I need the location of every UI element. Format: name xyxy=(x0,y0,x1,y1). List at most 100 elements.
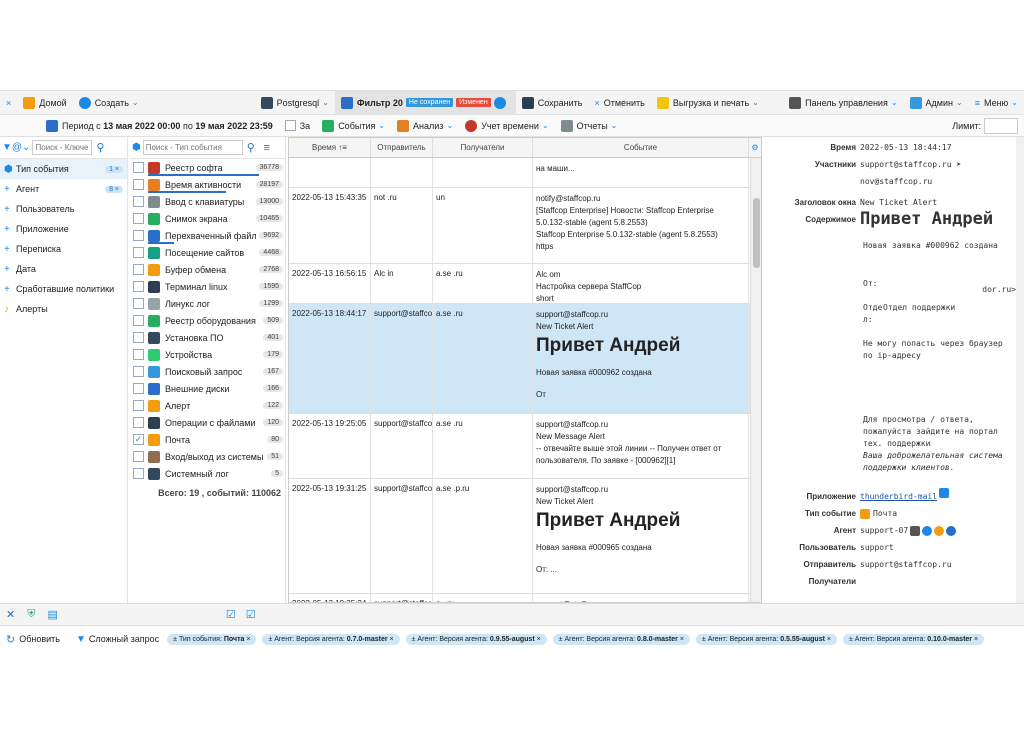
analysis-menu[interactable]: Анализ ⌄ xyxy=(391,114,459,138)
search-icon[interactable]: ⚲ xyxy=(92,140,108,155)
details-scrollbar[interactable] xyxy=(1016,137,1024,603)
search-icon[interactable]: ⚲ xyxy=(243,140,259,155)
table-row[interactable]: 2022-05-13 15:43:35 not .ru un notify@staff… xyxy=(289,188,750,264)
table-row[interactable]: на маши... xyxy=(289,158,750,188)
db-selector[interactable]: Postgresql ⌄ xyxy=(255,91,335,115)
checkbox[interactable] xyxy=(133,383,144,394)
cancel-button[interactable]: × Отменить xyxy=(588,91,650,115)
chip-close-icon[interactable]: × xyxy=(246,636,250,643)
admin-button[interactable]: Админ ⌄ xyxy=(904,91,969,115)
table-row[interactable]: 2022-05-13 19:35:34support@staffcop.ra. … xyxy=(289,594,750,602)
event-type-item[interactable]: ✓ Почта 80 xyxy=(130,431,285,448)
event-type-item[interactable]: Терминал linux 1595 xyxy=(130,278,285,295)
app-link[interactable]: thunderbird-mail xyxy=(860,488,937,505)
checkbox[interactable] xyxy=(284,120,296,131)
refresh-button[interactable]: Обновить xyxy=(19,634,60,644)
filter-icon[interactable]: ▼ xyxy=(76,634,86,645)
event-type-item[interactable]: Ввод с клавиатуры 13000 xyxy=(130,193,285,210)
table-row[interactable]: 2022-05-13 19:25:05support@staffcop.ra.s… xyxy=(289,414,750,479)
table-row[interactable]: 2022-05-13 18:44:17support@staffcop.rua.… xyxy=(289,304,750,414)
event-type-item[interactable]: Операции с файлами 120 xyxy=(130,414,285,431)
home-button[interactable]: Домой xyxy=(17,91,72,115)
checkbox[interactable] xyxy=(133,213,144,224)
checkbox[interactable] xyxy=(133,162,144,173)
hamburger-icon[interactable]: ≡ xyxy=(259,140,275,155)
check-icon[interactable]: ☑ xyxy=(246,608,256,621)
event-type-item[interactable]: Время активности 28197 xyxy=(130,176,285,193)
checkbox[interactable] xyxy=(133,349,144,360)
checkbox[interactable] xyxy=(133,298,144,309)
event-type-search-input[interactable] xyxy=(142,140,243,155)
table-scrollbar[interactable] xyxy=(750,158,761,602)
filter-chip[interactable]: ± Агент: Версия агента: 0.8.0-master × xyxy=(552,633,690,645)
sidebar-item-application[interactable]: + Приложение xyxy=(0,219,127,239)
sidebar-item-policies[interactable]: + Сработавшие политики xyxy=(0,279,127,299)
event-type-item[interactable]: Посещение сайтов 4468 xyxy=(130,244,285,261)
table-row[interactable]: 2022-05-13 19:31:25support@staffcop.ra.s… xyxy=(289,479,750,594)
filter-chip[interactable]: ± Агент: Версия агента: 0.5.55-august × xyxy=(695,633,837,645)
event-type-item[interactable]: Реестр софта 36778 xyxy=(130,159,285,176)
complex-query-button[interactable]: Сложный запрос xyxy=(89,634,159,644)
gear-icon[interactable] xyxy=(493,96,506,109)
event-type-item[interactable]: Реестр оборудования 509 xyxy=(130,312,285,329)
filter-chip[interactable]: ± Агент: Версия агента: 0.10.0-master × xyxy=(842,633,985,645)
checkbox[interactable] xyxy=(133,281,144,292)
chip-close-icon[interactable]: × xyxy=(680,636,684,643)
filter-chip[interactable]: ± Агент: Версия агента: 0.7.0-master × xyxy=(262,633,400,645)
count-badge[interactable]: 1 × xyxy=(105,165,123,173)
filter-chip[interactable]: ± Тип события: Почта × xyxy=(167,633,257,645)
checkbox[interactable] xyxy=(133,179,144,190)
event-type-item[interactable]: Устройства 179 xyxy=(130,346,285,363)
events-menu[interactable]: События ⌄ xyxy=(316,114,391,138)
filter-tab[interactable]: Фильтр 20 Не сохранен Изменен xyxy=(334,90,516,115)
user-icon[interactable] xyxy=(934,525,945,536)
column-settings-icon[interactable]: ⚙ xyxy=(749,138,761,157)
table-row[interactable]: 2022-05-13 16:56:15 Alc in a.se .ru Alc om Н… xyxy=(289,264,750,304)
event-type-item[interactable]: Внешние диски 166 xyxy=(130,380,285,397)
time-accounting-menu[interactable]: Учет времени ⌄ xyxy=(459,114,554,138)
event-type-item[interactable]: Буфер обмена 2768 xyxy=(130,261,285,278)
checkbox[interactable] xyxy=(133,400,144,411)
checkbox[interactable] xyxy=(133,451,144,462)
filter-chip[interactable]: ± Агент: Версия агента: 0.9.55-august × xyxy=(405,633,547,645)
checkbox[interactable] xyxy=(133,332,144,343)
checkbox[interactable] xyxy=(133,315,144,326)
document-icon[interactable] xyxy=(939,488,950,498)
event-type-item[interactable]: Установка ПО 401 xyxy=(130,329,285,346)
checkbox[interactable]: ✓ xyxy=(133,434,144,445)
export-button[interactable]: Выгрузка и печать ⌄ xyxy=(651,91,765,115)
col-time-header[interactable]: Время ↑≡ xyxy=(289,138,371,157)
reports-menu[interactable]: Отчеты ⌄ xyxy=(555,114,624,138)
chip-close-icon[interactable]: × xyxy=(390,636,394,643)
period-selector[interactable]: Период с 13 мая 2022 00:00 по 19 мая 202… xyxy=(40,114,279,138)
col-sender-header[interactable]: Отправитель xyxy=(371,138,433,157)
checkbox[interactable] xyxy=(133,264,144,275)
monitor-icon[interactable] xyxy=(910,525,921,536)
control-panel-button[interactable]: Панель управления ⌄ xyxy=(783,91,903,115)
chip-close-icon[interactable]: × xyxy=(827,636,831,643)
create-button[interactable]: Создать ⌄ xyxy=(73,91,145,115)
checkbox[interactable] xyxy=(133,247,144,258)
check-all-icon[interactable]: ☑ xyxy=(226,608,236,621)
sidebar-item-alerts[interactable]: ♪ Алерты xyxy=(0,299,127,319)
checkbox[interactable] xyxy=(133,196,144,207)
event-type-item[interactable]: Алерт 122 xyxy=(130,397,285,414)
menu-button[interactable]: ≡ Меню ⌄ xyxy=(969,91,1024,115)
checkbox[interactable] xyxy=(133,230,144,241)
clock-icon[interactable] xyxy=(946,525,957,536)
chip-close-icon[interactable]: × xyxy=(537,636,541,643)
limit-input[interactable] xyxy=(984,117,1018,134)
sidebar-item-correspondence[interactable]: + Переписка xyxy=(0,239,127,259)
event-type-item[interactable]: Линукс лог 1299 xyxy=(130,295,285,312)
count-badge[interactable]: 8 × xyxy=(105,185,123,193)
sidebar-search-input[interactable] xyxy=(32,140,93,155)
checkbox[interactable] xyxy=(133,366,144,377)
col-recipients-header[interactable]: Получатели xyxy=(433,138,533,157)
document-icon[interactable]: ▤ xyxy=(47,608,57,621)
shield-icon[interactable]: ⛨ xyxy=(27,608,35,621)
za-checkbox[interactable]: За xyxy=(279,114,316,138)
sidebar-item-date[interactable]: + Дата xyxy=(0,259,127,279)
checkbox[interactable] xyxy=(133,417,144,428)
sidebar-item-user[interactable]: + Пользователь xyxy=(0,199,127,219)
sidebar-item-agent[interactable]: + Агент 8 × xyxy=(0,179,127,199)
